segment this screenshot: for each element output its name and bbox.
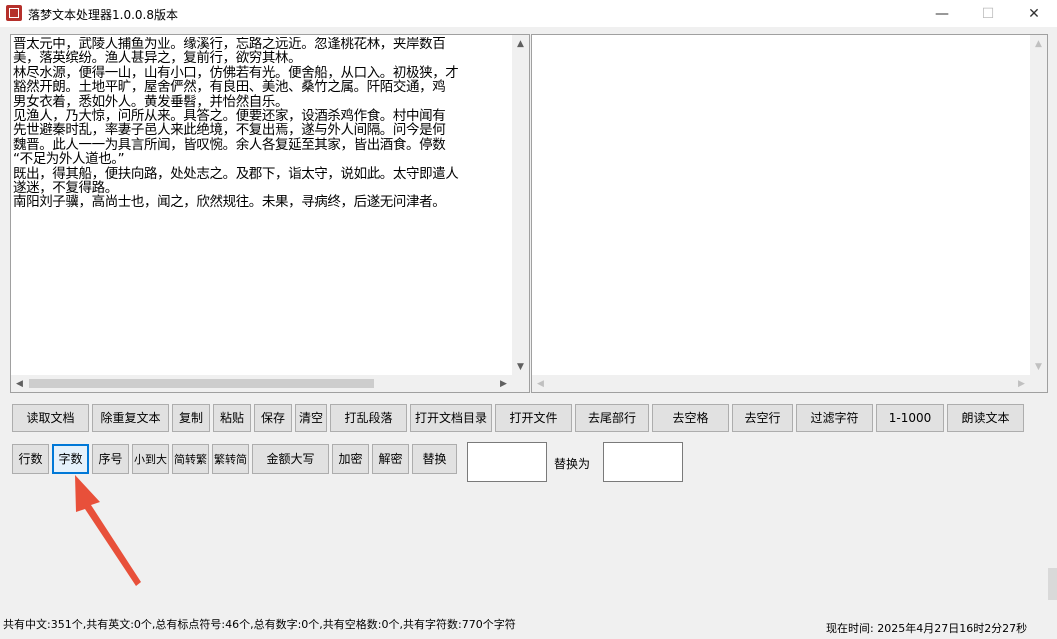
- close-button[interactable]: ✕: [1011, 0, 1057, 27]
- traditional-to-simplified-button[interactable]: 繁转简: [212, 444, 249, 474]
- copy-button[interactable]: 复制: [172, 404, 210, 432]
- remove-spaces-button[interactable]: 去空格: [652, 404, 729, 432]
- text-statistics: 共有中文:351个,共有英文:0个,总有标点符号:46个,总有数字:0个,共有空…: [3, 618, 516, 631]
- scroll-down-arrow-icon[interactable]: ▼: [512, 358, 529, 375]
- filter-characters-button[interactable]: 过滤字符: [796, 404, 873, 432]
- line-count-button[interactable]: 行数: [12, 444, 49, 474]
- resize-grip[interactable]: [1048, 568, 1057, 600]
- encrypt-button[interactable]: 加密: [332, 444, 369, 474]
- window-title: 落梦文本处理器1.0.0.8版本: [28, 8, 178, 22]
- vertical-scrollbar[interactable]: ▲ ▼: [512, 35, 529, 375]
- decrypt-button[interactable]: 解密: [372, 444, 409, 474]
- input-text-area[interactable]: 晋太元中，武陵人捕鱼为业。缘溪行，忘路之远近。忽逢桃花林，夹岸数百 美，落英缤纷…: [10, 34, 530, 393]
- input-text-content[interactable]: 晋太元中，武陵人捕鱼为业。缘溪行，忘路之远近。忽逢桃花林，夹岸数百 美，落英缤纷…: [13, 37, 511, 374]
- scroll-right-arrow-icon[interactable]: ▶: [495, 375, 512, 392]
- scroll-down-arrow-icon[interactable]: ▼: [1030, 358, 1047, 375]
- horizontal-scrollbar[interactable]: ◀ ▶: [11, 375, 512, 392]
- status-bar: 共有中文:351个,共有英文:0个,总有标点符号:46个,总有数字:0个,共有空…: [0, 614, 1057, 639]
- read-aloud-button[interactable]: 朗读文本: [947, 404, 1024, 432]
- save-button[interactable]: 保存: [254, 404, 292, 432]
- shuffle-paragraphs-button[interactable]: 打乱段落: [330, 404, 407, 432]
- amount-uppercase-button[interactable]: 金额大写: [252, 444, 329, 474]
- scroll-left-arrow-icon[interactable]: ◀: [11, 375, 28, 392]
- vertical-scrollbar[interactable]: ▲ ▼: [1030, 35, 1047, 375]
- maximize-button[interactable]: ☐: [965, 0, 1011, 27]
- current-time: 现在时间: 2025年4月27日16时2分27秒: [826, 622, 1028, 635]
- remove-trailing-lines-button[interactable]: 去尾部行: [575, 404, 649, 432]
- scroll-up-arrow-icon[interactable]: ▲: [512, 35, 529, 52]
- open-file-button[interactable]: 打开文件: [495, 404, 572, 432]
- minimize-button[interactable]: —: [919, 0, 965, 27]
- scroll-left-arrow-icon[interactable]: ◀: [532, 375, 549, 392]
- paste-button[interactable]: 粘贴: [213, 404, 251, 432]
- sequence-number-button[interactable]: 序号: [92, 444, 129, 474]
- scroll-corner: [512, 375, 529, 392]
- replace-text-input[interactable]: [603, 442, 683, 482]
- remove-blank-lines-button[interactable]: 去空行: [732, 404, 793, 432]
- range-1-1000-button[interactable]: 1-1000: [876, 404, 944, 432]
- read-document-button[interactable]: 读取文档: [12, 404, 89, 432]
- open-document-folder-button[interactable]: 打开文档目录: [410, 404, 492, 432]
- horizontal-scroll-thumb[interactable]: [29, 379, 374, 388]
- output-text-area[interactable]: ▲ ▼ ◀ ▶: [531, 34, 1048, 393]
- title-bar: 落梦文本处理器1.0.0.8版本 — ☐ ✕: [0, 0, 1057, 27]
- character-count-button[interactable]: 字数: [52, 444, 89, 474]
- clear-button[interactable]: 清空: [295, 404, 327, 432]
- replace-button[interactable]: 替换: [412, 444, 457, 474]
- remove-duplicates-button[interactable]: 除重复文本: [92, 404, 169, 432]
- horizontal-scrollbar[interactable]: ◀ ▶: [532, 375, 1030, 392]
- scroll-right-arrow-icon[interactable]: ▶: [1013, 375, 1030, 392]
- output-text-content[interactable]: [534, 37, 1029, 374]
- scroll-up-arrow-icon[interactable]: ▲: [1030, 35, 1047, 52]
- simplified-to-traditional-button[interactable]: 简转繁: [172, 444, 209, 474]
- replace-with-label: 替换为: [554, 457, 591, 471]
- app-icon: [6, 5, 22, 21]
- find-text-input[interactable]: [467, 442, 547, 482]
- sort-ascending-button[interactable]: 小到大: [132, 444, 169, 474]
- scroll-corner: [1030, 375, 1047, 392]
